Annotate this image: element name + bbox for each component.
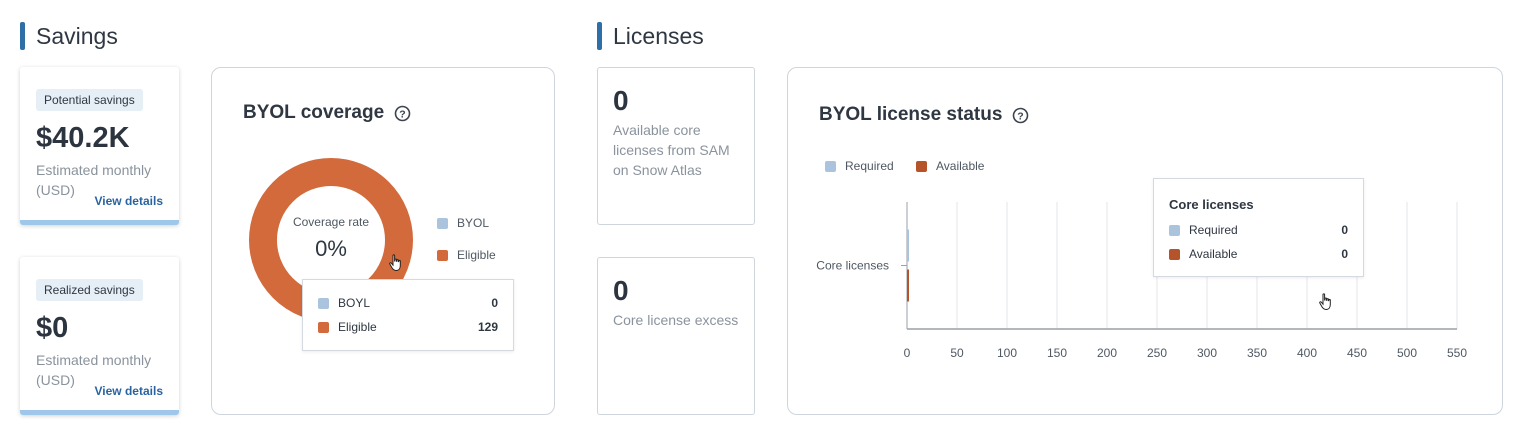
legend-item-byol: BYOL <box>437 216 489 230</box>
x-tick-label: 50 <box>950 346 964 360</box>
potential-savings-tag: Potential savings <box>36 89 143 111</box>
legend-item-eligible: Eligible <box>437 248 496 262</box>
tooltip-swatch <box>1169 248 1180 260</box>
tooltip-label: Required <box>1189 223 1238 237</box>
byol-license-status-card: BYOL license status ? Required Available… <box>787 67 1503 415</box>
legend-label: Eligible <box>457 248 496 262</box>
x-tick-label: 400 <box>1297 346 1317 360</box>
legend-swatch <box>825 160 836 172</box>
x-tick-label: 450 <box>1347 346 1367 360</box>
byol-license-status-title: BYOL license status <box>819 104 1003 125</box>
byol-license-status-title-row: BYOL license status ? <box>819 104 1029 126</box>
legend-swatch <box>437 249 448 261</box>
x-tick-label: 0 <box>904 346 911 360</box>
core-licenses-tooltip: Core licenses Required 0 Available 0 <box>1153 178 1364 277</box>
hand-cursor-icon <box>389 254 401 272</box>
license-status-bar-chart: 0 50 100 150 200 250 300 350 400 450 500 550 Core l… <box>816 202 1467 360</box>
license-excess-card: 0 Core license excess <box>597 257 755 415</box>
donut-center-label: Coverage rate <box>292 215 370 229</box>
help-icon[interactable]: ? <box>394 105 411 122</box>
byol-coverage-card: BYOL coverage ? Coverage rate 0% BYOL El… <box>211 67 555 415</box>
legend-label: BYOL <box>457 216 490 230</box>
x-tick-label: 550 <box>1447 346 1467 360</box>
tooltip-value: 0 <box>1341 247 1348 261</box>
bar-required[interactable] <box>907 229 909 262</box>
tooltip-value: 0 <box>491 296 498 310</box>
x-tick-label: 500 <box>1397 346 1417 360</box>
tooltip-row-boyl: BOYL 0 <box>318 296 498 310</box>
tooltip-title: Core licenses <box>1169 197 1254 212</box>
x-tick-label: 250 <box>1147 346 1167 360</box>
potential-savings-value: $40.2K <box>36 122 130 154</box>
tooltip-label: Available <box>1189 247 1238 261</box>
tooltip-value: 0 <box>1341 223 1348 237</box>
potential-view-details-link[interactable]: View details <box>95 194 163 208</box>
section-accent-bar <box>20 22 25 50</box>
x-tick-label: 200 <box>1097 346 1117 360</box>
potential-savings-card: Potential savings $40.2K Estimated month… <box>20 67 179 225</box>
license-excess-value: 0 <box>613 275 629 306</box>
section-accent-bar <box>597 22 602 50</box>
savings-section-title: Savings <box>36 22 118 49</box>
hand-cursor-icon <box>1319 293 1331 311</box>
byol-coverage-title: BYOL coverage <box>243 102 385 123</box>
y-category-label: Core licenses <box>816 259 889 273</box>
realized-savings-value: $0 <box>36 312 69 344</box>
tooltip-row-required: Required 0 <box>1169 223 1348 237</box>
legend-label: Required <box>845 159 894 173</box>
byol-coverage-title-row: BYOL coverage ? <box>243 102 411 124</box>
tooltip-row-available: Available 0 <box>1169 247 1348 261</box>
available-licenses-description: Available core licenses from SAM on Snow… <box>613 122 730 178</box>
license-excess-description: Core license excess <box>613 312 739 328</box>
tooltip-label: Eligible <box>338 320 377 334</box>
tooltip-label: BOYL <box>338 296 371 310</box>
legend-swatch <box>916 160 927 172</box>
x-tick-label: 100 <box>997 346 1017 360</box>
savings-section-header: Savings <box>20 22 118 50</box>
tooltip-value: 129 <box>477 320 498 334</box>
bar-available[interactable] <box>907 269 909 302</box>
svg-text:?: ? <box>1018 110 1024 122</box>
x-tick-label: 150 <box>1047 346 1067 360</box>
realized-savings-card: Realized savings $0 Estimated monthly (U… <box>20 257 179 415</box>
legend-item-available[interactable]: Available <box>916 159 984 173</box>
legend-item-required[interactable]: Required <box>825 159 894 173</box>
help-icon[interactable]: ? <box>1012 107 1029 124</box>
x-tick-label: 300 <box>1197 346 1217 360</box>
licenses-section-header: Licenses <box>597 22 704 50</box>
donut-center-value: 0% <box>315 236 347 261</box>
tooltip-row-eligible: Eligible 129 <box>318 320 498 334</box>
coverage-tooltip: BOYL 0 Eligible 129 <box>302 279 514 351</box>
tooltip-swatch <box>1169 224 1180 236</box>
realized-view-details-link[interactable]: View details <box>95 384 163 398</box>
available-licenses-card: 0 Available core licenses from SAM on Sn… <box>597 67 755 225</box>
svg-text:?: ? <box>399 108 405 120</box>
licenses-section-title: Licenses <box>613 22 704 49</box>
tooltip-swatch <box>318 321 329 333</box>
legend-label: Available <box>936 159 985 173</box>
available-licenses-value: 0 <box>613 85 629 116</box>
tooltip-swatch <box>318 297 329 309</box>
realized-savings-tag: Realized savings <box>36 279 143 301</box>
x-tick-label: 350 <box>1247 346 1267 360</box>
legend-swatch <box>437 217 448 229</box>
